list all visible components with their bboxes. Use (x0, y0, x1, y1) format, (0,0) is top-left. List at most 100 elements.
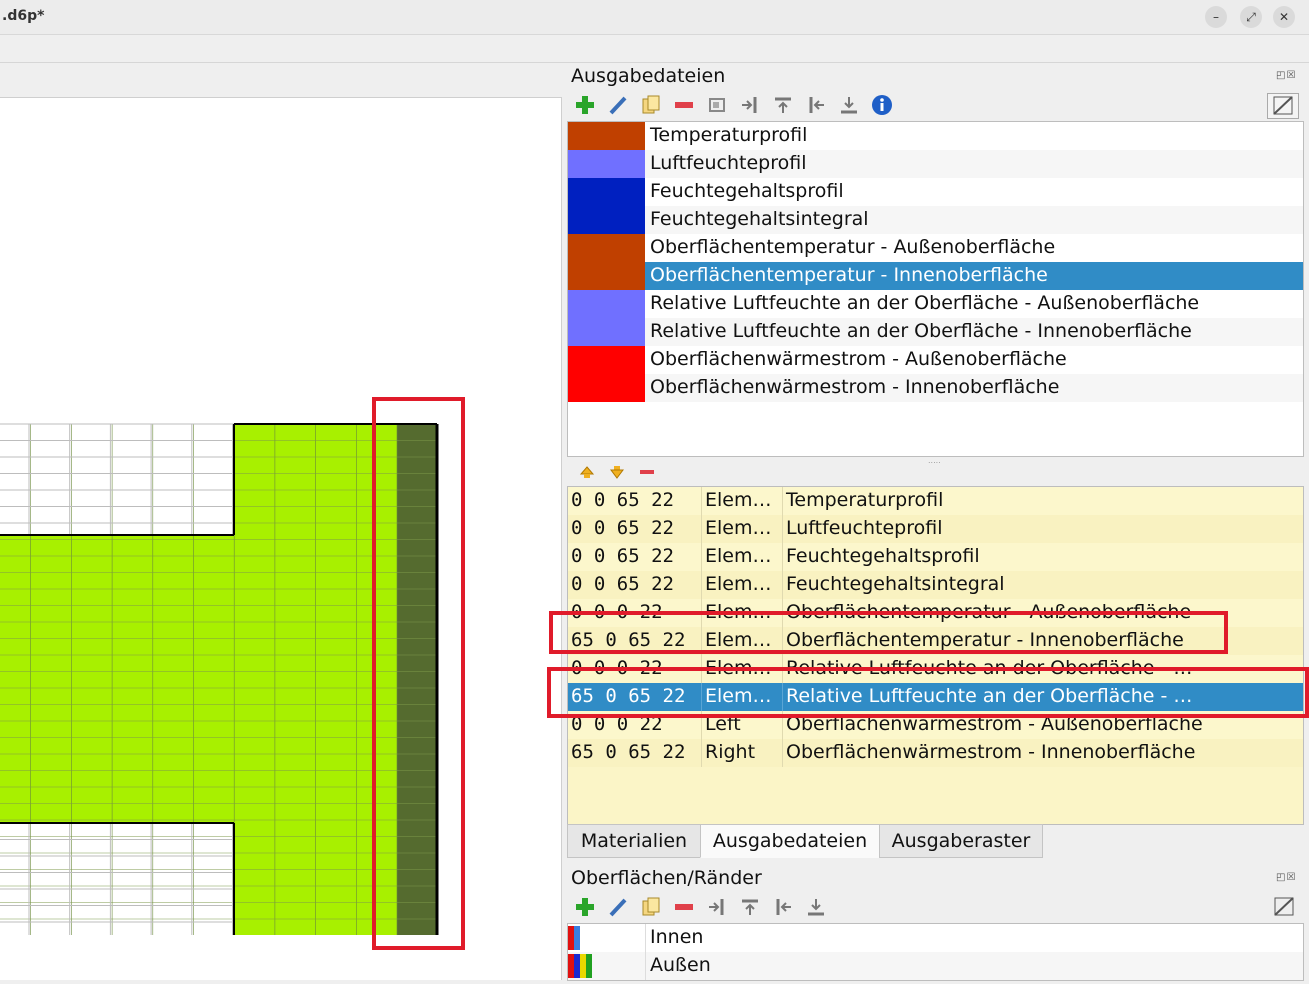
table-row[interactable]: 65 0 65 22 Right Oberflächenwärmestrom - I… (568, 739, 1303, 767)
output-file-label: Oberflächenwärmestrom - Innenoberfläche (650, 376, 1060, 398)
assignment-coords: 0 0 65 22 (571, 573, 674, 595)
highlight-inner-surface-column (372, 397, 465, 950)
list-item[interactable]: Temperaturprofil (568, 122, 1303, 150)
add-surface-icon[interactable] (574, 896, 596, 918)
highlight-row-surface-temp-inner (549, 611, 1228, 654)
list-item[interactable]: Außen (568, 952, 1303, 980)
move-up-icon[interactable] (578, 463, 596, 485)
assign-right-surface-icon[interactable] (772, 896, 794, 918)
column-separator (782, 543, 783, 571)
assignment-coords: 0 0 65 22 (571, 489, 674, 511)
assign-right-icon[interactable] (805, 94, 827, 116)
toggle-view-icon[interactable] (1267, 93, 1299, 119)
tab-ausgaberaster[interactable]: Ausgaberaster (879, 824, 1043, 858)
column-separator (782, 515, 783, 543)
construction-grid[interactable] (0, 98, 561, 980)
assignment-output: Feuchtegehaltsintegral (786, 573, 1005, 595)
copy-icon[interactable] (640, 94, 662, 116)
edit-surface-icon[interactable] (607, 896, 629, 918)
construction-canvas[interactable] (0, 97, 562, 980)
list-item[interactable]: Oberflächentemperatur - Innenoberfläche (568, 262, 1303, 290)
output-file-label: Relative Luftfeuchte an der Oberfläche -… (650, 292, 1200, 314)
splitter-handle[interactable]: ..... (928, 456, 942, 465)
output-files-toolbar (574, 94, 893, 116)
minimize-icon[interactable]: – (1205, 6, 1227, 28)
assignment-output: Oberflächenwärmestrom - Innenoberfläche (786, 741, 1196, 763)
output-file-label: Luftfeuchteprofil (650, 152, 807, 174)
canvas-toolbar (0, 63, 563, 97)
output-file-label: Relative Luftfeuchte an der Oberfläche -… (650, 320, 1192, 342)
tab-materialien[interactable]: Materialien (567, 824, 701, 858)
list-item[interactable]: Relative Luftfeuchte an der Oberfläche -… (568, 318, 1303, 346)
output-files-list[interactable]: Temperaturprofil Luftfeuchteprofil Feuchte… (567, 121, 1304, 457)
assignment-location: Elem… (705, 489, 772, 511)
info-icon[interactable] (871, 94, 893, 116)
tab-ausgabedateien[interactable]: Ausgabedateien (700, 824, 880, 858)
output-color-swatch (568, 262, 645, 290)
column-separator (701, 515, 702, 543)
add-icon[interactable] (574, 94, 596, 116)
list-item[interactable]: Feuchtegehaltsprofil (568, 178, 1303, 206)
assign-top-icon[interactable] (772, 94, 794, 116)
table-row[interactable]: 0 0 65 22 Elem… Temperaturprofil (568, 487, 1303, 515)
assign-icon[interactable] (706, 94, 728, 116)
output-color-swatch (568, 374, 645, 402)
column-separator (701, 487, 702, 515)
copy-surface-icon[interactable] (640, 896, 662, 918)
column-separator (782, 571, 783, 599)
title-bar: .d6p* – ⤢ ✕ (0, 0, 1309, 35)
surface-label: Innen (650, 926, 704, 948)
assign-left-icon[interactable] (739, 94, 761, 116)
dock-float-close-icons[interactable]: ◰☒ (1276, 70, 1296, 81)
output-color-swatch (568, 122, 645, 150)
surfaces-toggle-view-icon[interactable] (1272, 896, 1296, 918)
column-separator (701, 739, 702, 767)
remove-assignment-icon[interactable] (638, 463, 656, 485)
output-file-label: Temperaturprofil (650, 124, 808, 146)
column-separator (701, 571, 702, 599)
move-down-icon[interactable] (608, 463, 626, 485)
list-item[interactable]: Relative Luftfeuchte an der Oberfläche -… (568, 290, 1303, 318)
remove-icon[interactable] (673, 94, 695, 116)
surfaces-dock-title: Oberflächen/Ränder (571, 867, 762, 889)
list-item[interactable]: Feuchtegehaltsintegral (568, 206, 1303, 234)
output-files-dock-title: Ausgabedateien (571, 65, 726, 87)
output-color-swatch (568, 206, 645, 234)
surface-label: Außen (650, 954, 711, 976)
output-file-label: Oberflächentemperatur - Außenoberfläche (650, 236, 1056, 258)
assignment-output: Luftfeuchteprofil (786, 517, 943, 539)
list-item[interactable]: Innen (568, 924, 1303, 952)
output-file-label: Feuchtegehaltsprofil (650, 180, 844, 202)
surface-color-swatch (568, 926, 580, 950)
assign-bottom-icon[interactable] (838, 94, 860, 116)
restore-icon[interactable]: ⤢ (1240, 6, 1262, 28)
table-row[interactable]: 0 0 65 22 Elem… Feuchtegehaltsprofil (568, 543, 1303, 571)
assign-top-surface-icon[interactable] (739, 896, 761, 918)
list-item[interactable]: Oberflächenwärmestrom - Innenoberfläche (568, 374, 1303, 402)
assignment-output: Feuchtegehaltsprofil (786, 545, 980, 567)
assign-bottom-surface-icon[interactable] (805, 896, 827, 918)
output-file-label: Oberflächentemperatur - Innenoberfläche (650, 264, 1048, 286)
highlight-row-rel-humidity-inner (547, 667, 1309, 718)
column-separator (701, 543, 702, 571)
list-item[interactable]: Oberflächentemperatur - Außenoberfläche (568, 234, 1303, 262)
table-row[interactable]: 0 0 65 22 Elem… Luftfeuchteprofil (568, 515, 1303, 543)
assignment-output: Temperaturprofil (786, 489, 944, 511)
edit-icon[interactable] (607, 94, 629, 116)
list-item[interactable]: Luftfeuchteprofil (568, 150, 1303, 178)
surfaces-dock-float-close-icons[interactable]: ◰☒ (1276, 872, 1296, 883)
output-color-swatch (568, 318, 645, 346)
material-block-center[interactable] (0, 535, 234, 823)
assignment-coords: 0 0 65 22 (571, 545, 674, 567)
remove-surface-icon[interactable] (673, 896, 695, 918)
assign-left-surface-icon[interactable] (706, 896, 728, 918)
assignment-coords: 0 0 65 22 (571, 517, 674, 539)
assignment-location: Right (705, 741, 756, 763)
surfaces-list[interactable]: Innen Außen (567, 923, 1304, 981)
output-file-label: Feuchtegehaltsintegral (650, 208, 869, 230)
list-item[interactable]: Oberflächenwärmestrom - Außenoberfläche (568, 346, 1303, 374)
assignments-table[interactable]: 0 0 65 22 Elem… Temperaturprofil 0 0 65 22 E… (567, 486, 1304, 825)
assignment-location: Elem… (705, 573, 772, 595)
table-row[interactable]: 0 0 65 22 Elem… Feuchtegehaltsintegral (568, 571, 1303, 599)
close-icon[interactable]: ✕ (1273, 6, 1295, 28)
